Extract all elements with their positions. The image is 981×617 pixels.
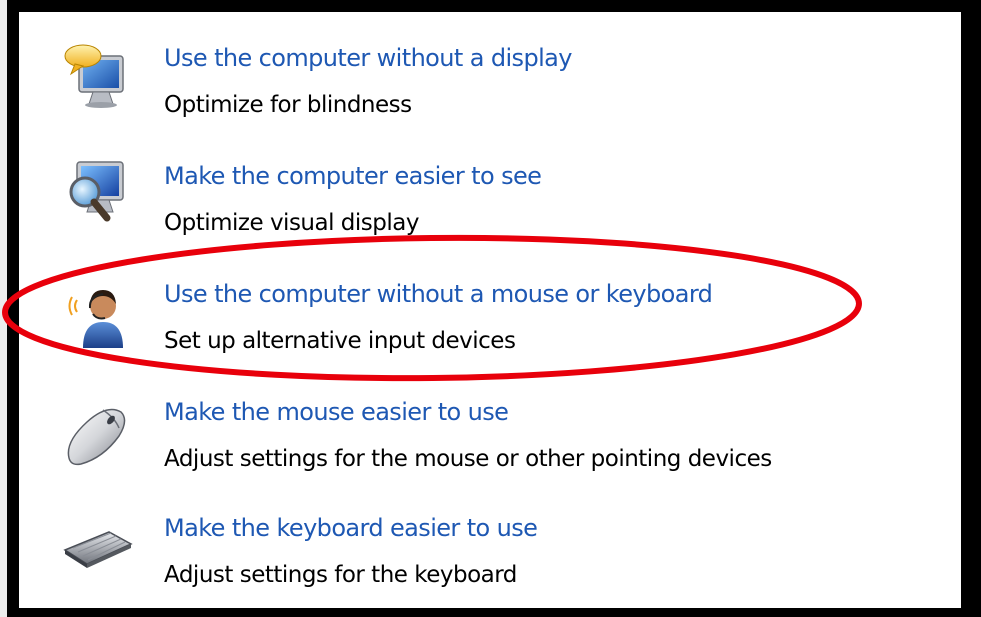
list-item-without-display: Use the computer without a display Optim… xyxy=(19,42,919,142)
list-item-mouse-easier: Make the mouse easier to use Adjust sett… xyxy=(19,396,919,496)
link-easier-to-see[interactable]: Make the computer easier to see xyxy=(164,160,542,192)
description-easier-to-see: Optimize visual display xyxy=(164,210,419,236)
link-without-mouse-keyboard[interactable]: Use the computer without a mouse or keyb… xyxy=(164,278,713,310)
magnifier-monitor-icon xyxy=(63,160,133,230)
description-without-display: Optimize for blindness xyxy=(164,92,412,118)
keyboard-icon xyxy=(63,512,133,582)
list-item-keyboard-easier: Make the keyboard easier to use Adjust s… xyxy=(19,512,919,612)
list-item-easier-to-see: Make the computer easier to see Optimize… xyxy=(19,160,919,260)
description-without-mouse-keyboard: Set up alternative input devices xyxy=(164,328,516,354)
person-headset-icon xyxy=(63,278,133,348)
description-keyboard-easier: Adjust settings for the keyboard xyxy=(164,562,517,588)
description-mouse-easier: Adjust settings for the mouse or other p… xyxy=(164,446,772,472)
speech-bubble-monitor-icon xyxy=(63,42,133,112)
link-without-display[interactable]: Use the computer without a display xyxy=(164,42,572,74)
link-keyboard-easier[interactable]: Make the keyboard easier to use xyxy=(164,512,538,544)
ease-of-access-panel: Use the computer without a display Optim… xyxy=(19,12,961,608)
link-mouse-easier[interactable]: Make the mouse easier to use xyxy=(164,396,509,428)
list-item-without-mouse-keyboard: Use the computer without a mouse or keyb… xyxy=(19,278,919,378)
mouse-icon xyxy=(63,396,133,466)
